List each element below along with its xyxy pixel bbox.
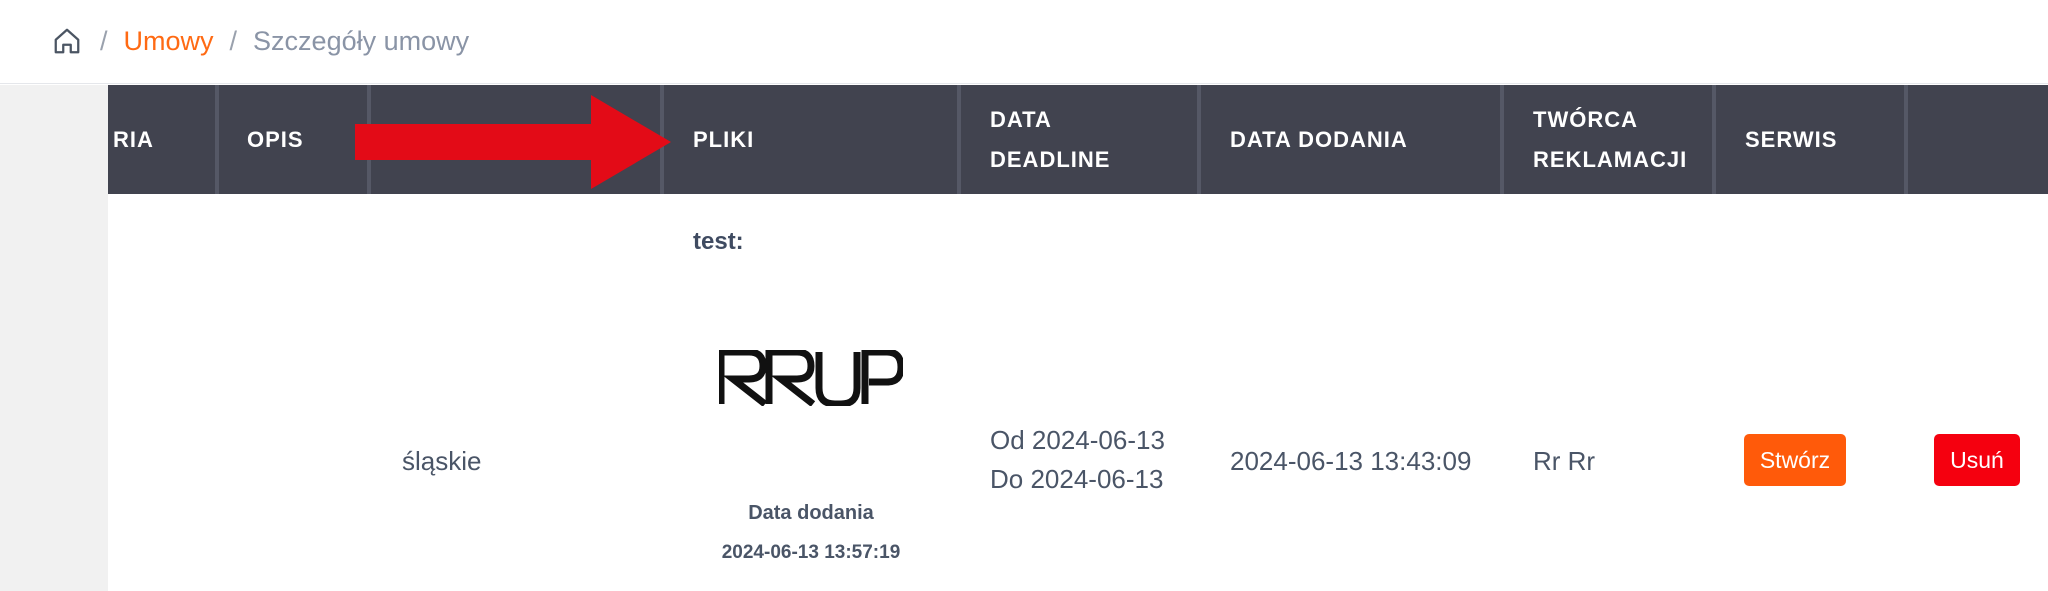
file-added-label: Data dodania [748, 502, 874, 524]
cell-deadline-from: Od 2024-06-13 [990, 425, 1165, 455]
breadcrumb-contracts-link[interactable]: Umowy [124, 26, 214, 57]
breadcrumb-separator: / [100, 25, 108, 56]
top-bar: / Umowy / Szczegóły umowy [0, 0, 2048, 84]
sidebar-strip [0, 85, 108, 591]
create-service-button[interactable]: Stwórz [1744, 434, 1846, 486]
breadcrumb: / Umowy / Szczegóły umowy [50, 20, 469, 62]
home-icon[interactable] [50, 24, 84, 58]
breadcrumb-current-page: Szczegóły umowy [253, 25, 470, 56]
file-added-date: 2024-06-13 13:57:19 [721, 542, 901, 563]
header-files: PLIKI [664, 85, 961, 194]
delete-button[interactable]: Usuń [1934, 434, 2020, 486]
header-actions [1908, 85, 2048, 194]
cell-deadline-to: Do 2024-06-13 [990, 464, 1164, 494]
header-description: OPIS [219, 85, 371, 194]
header-date-added: DATA DODANIA [1201, 85, 1504, 194]
header-deadline: DATA DEADLINE [961, 85, 1201, 194]
cell-date-added: 2024-06-13 13:43:09 [1230, 446, 1472, 476]
file-title: test: [693, 228, 744, 255]
header-category: RIA [108, 85, 219, 194]
breadcrumb-separator: / [229, 25, 238, 56]
header-service: SERWIS [1716, 85, 1908, 194]
red-arrow-icon [355, 95, 671, 189]
header-creator: TWÓRCA REKLAMACJI [1504, 85, 1716, 194]
cell-creator: Rr Rr [1533, 446, 1596, 476]
file-thumbnail-logo[interactable] [719, 350, 903, 406]
cell-region: śląskie [402, 446, 482, 476]
